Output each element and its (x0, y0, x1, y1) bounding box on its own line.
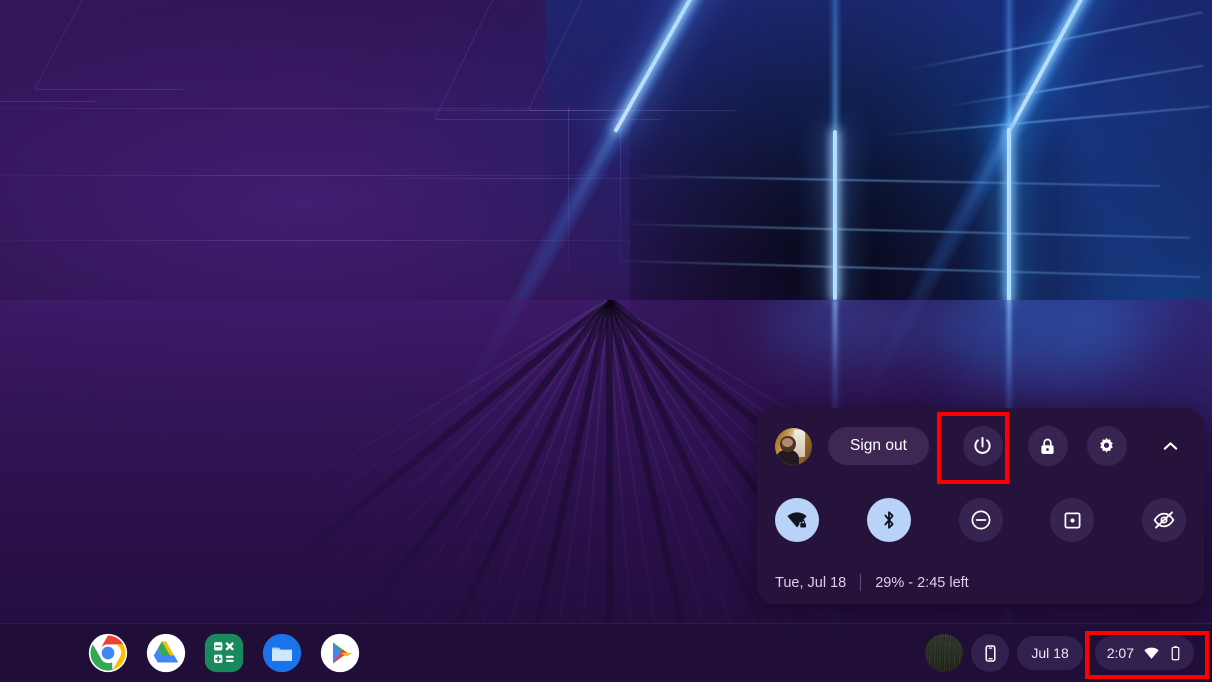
google-drive-icon (146, 633, 186, 673)
settings-button[interactable] (1086, 426, 1127, 466)
chevron-up-icon (1163, 441, 1177, 450)
wallpaper-line (568, 108, 569, 273)
bluetooth-toggle[interactable] (866, 498, 911, 542)
screen-capture-icon (1064, 512, 1081, 528)
shelf: Jul 18 2:07 (0, 623, 1212, 682)
avatar[interactable] (775, 427, 812, 465)
quick-settings-panel[interactable]: Sign out Tue, Jul 18 29% - 2:45 left (757, 408, 1204, 604)
wallpaper-floor-ray (399, 300, 608, 667)
shelf-date-button[interactable]: Jul 18 (1017, 636, 1083, 670)
avatar-body (776, 450, 800, 465)
screenshot-thumbnail (925, 634, 964, 672)
quick-settings-toggle-row (757, 484, 1204, 556)
wallpaper-line (0, 240, 630, 241)
clock-label: 2:07 (1106, 645, 1134, 661)
wifi-toggle[interactable] (775, 498, 819, 542)
screenshot-preview[interactable] (925, 634, 964, 672)
play-store-icon (320, 633, 360, 673)
date-label: Tue, Jul 18 (775, 574, 847, 591)
battery-icon (1171, 645, 1180, 660)
calculator-icon (204, 633, 244, 673)
power-button[interactable] (962, 426, 1003, 466)
quick-settings-top-row: Sign out (757, 408, 1204, 484)
wallpaper-line (380, 178, 680, 179)
wallpaper-floor-ray (325, 300, 608, 613)
wallpaper-line (0, 175, 610, 176)
eye-crossed-out-icon (1153, 511, 1175, 529)
screen-capture-toggle[interactable] (1050, 498, 1095, 542)
wallpaper-floor-glow (930, 300, 1150, 380)
wallpaper-line (620, 115, 621, 265)
battery-status-label: 29% - 2:45 left (875, 574, 969, 591)
collapse-button[interactable] (1150, 426, 1190, 466)
clock-tray-button[interactable]: 2:07 (1094, 636, 1194, 670)
calculator-app-icon[interactable] (204, 633, 244, 673)
do-not-disturb-icon (971, 510, 990, 530)
wifi-locked-icon (787, 512, 807, 529)
privacy-screen-toggle[interactable] (1142, 498, 1186, 542)
clock-tray-wrapper: 2:07 (1091, 632, 1198, 674)
wallpaper-floor-ray (264, 300, 608, 545)
lock-button[interactable] (1027, 426, 1068, 466)
play-store-app-icon[interactable] (320, 633, 360, 673)
shelf-app-list (88, 624, 360, 682)
sign-out-button[interactable]: Sign out (828, 427, 929, 465)
quick-settings-bottom-row: Tue, Jul 18 29% - 2:45 left (775, 574, 969, 591)
files-folder-icon (262, 633, 302, 673)
do-not-disturb-toggle[interactable] (958, 498, 1003, 542)
lock-icon (1041, 438, 1055, 454)
phone-hub-icon (985, 644, 996, 662)
bluetooth-icon (884, 511, 894, 529)
phone-hub-button[interactable] (971, 634, 1010, 672)
power-button-wrapper (957, 420, 1009, 472)
wallpaper-line (380, 110, 680, 111)
wallpaper-floor-ray (283, 300, 612, 571)
status-tray: Jul 18 2:07 (925, 624, 1212, 682)
wallpaper-neon-reflection (833, 300, 837, 420)
google-drive-app-icon[interactable] (146, 633, 186, 673)
chrome-app-icon[interactable] (88, 633, 128, 673)
wallpaper-neon-strip (833, 130, 837, 300)
files-app-icon[interactable] (262, 633, 302, 673)
gear-icon (1100, 437, 1114, 453)
wallpaper-floor-glow (760, 300, 930, 366)
chrome-icon (88, 633, 128, 673)
wallpaper-line (0, 108, 590, 109)
wifi-icon (1144, 647, 1159, 659)
wallpaper-neon-strip (1007, 128, 1011, 303)
power-icon (974, 436, 991, 454)
divider (860, 574, 862, 591)
